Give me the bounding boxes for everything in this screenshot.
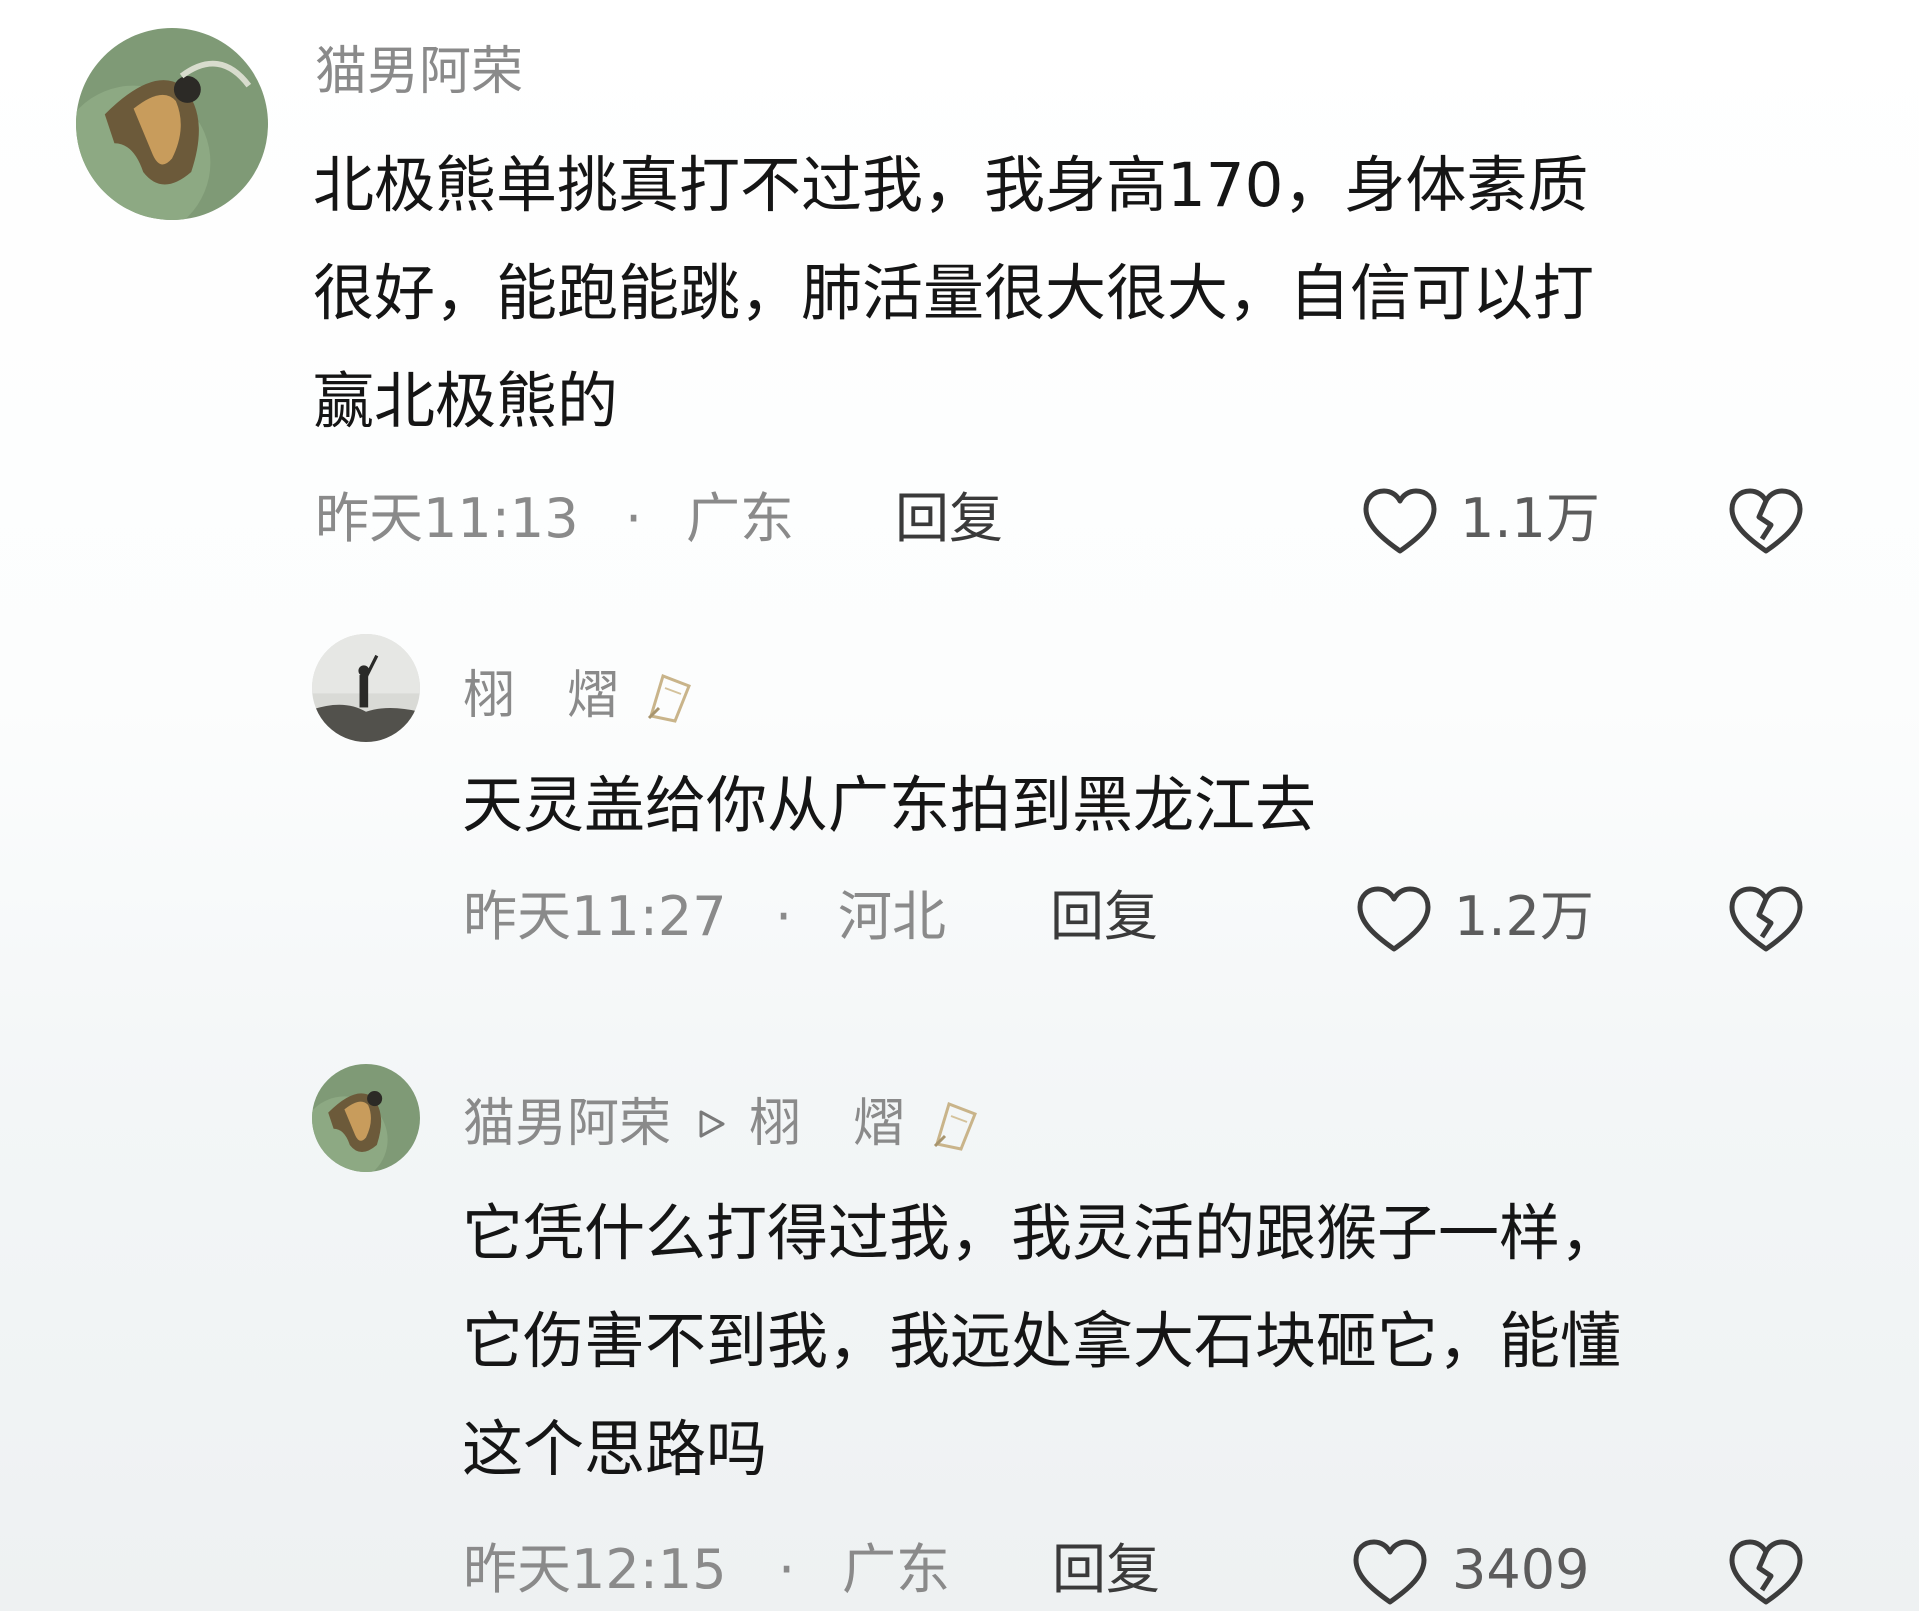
- comment-username: 栩 熠: [463, 666, 699, 726]
- reply-button[interactable]: 回复: [895, 484, 1003, 554]
- comment-time: 昨天11:27: [463, 885, 727, 948]
- comment-text-line: 它伤害不到我，我远处拿大石块砸它，能懂: [462, 1306, 1622, 1377]
- avatar[interactable]: [76, 28, 268, 220]
- avatar[interactable]: [312, 1064, 420, 1172]
- username-text[interactable]: 栩 熠: [463, 670, 619, 722]
- comment-time: 昨天11:13: [315, 487, 579, 550]
- pencil-badge-icon: [647, 674, 691, 723]
- like-count: 1.2万: [1454, 885, 1594, 948]
- comment-text-line: 北极熊单挑真打不过我，我身高170，身体素质: [313, 150, 1589, 221]
- reply-button[interactable]: 回复: [1050, 882, 1158, 952]
- comment-username: 猫男阿荣 栩 熠: [463, 1094, 985, 1154]
- pencil-badge-icon: [933, 1102, 977, 1151]
- comment-1: 猫男阿荣 北极熊单挑真打不过我，我身高170，身体素质 很好，能跑能跳，肺活量很…: [0, 0, 1919, 570]
- comment-location: 广东: [842, 1538, 950, 1601]
- comment-page: 猫男阿荣 北极熊单挑真打不过我，我身高170，身体素质 很好，能跑能跳，肺活量很…: [0, 0, 1919, 1611]
- comment-location: 河北: [838, 885, 946, 948]
- comment-text-line: 赢北极熊的: [313, 366, 619, 437]
- broken-heart-icon[interactable]: [1726, 487, 1806, 557]
- like-count: 3409: [1452, 1538, 1590, 1601]
- like-count: 1.1万: [1460, 487, 1600, 550]
- comment-text-line: 很好，能跑能跳，肺活量很大很大，自信可以打: [313, 258, 1595, 329]
- comment-meta: 昨天11:27 · 河北 回复 1.2万: [0, 882, 1919, 952]
- username-text[interactable]: 猫男阿荣: [463, 1098, 671, 1150]
- comment-meta: 昨天12:15 · 广东 回复 3409: [0, 1535, 1919, 1605]
- reply-to-username[interactable]: 栩 熠: [749, 1098, 905, 1150]
- comment-text: 天灵盖给你从广东拍到黑龙江去: [462, 752, 1316, 860]
- heart-outline-icon[interactable]: [1350, 1538, 1430, 1608]
- separator-dot: ·: [778, 1538, 796, 1601]
- reply-button[interactable]: 回复: [1052, 1535, 1160, 1605]
- comment-2: 栩 熠 天灵盖给你从广东拍到黑龙江去 昨天11:27 · 河北 回复 1.2万: [0, 600, 1919, 1020]
- comment-text-line: 这个思路吗: [462, 1414, 768, 1485]
- avatar[interactable]: [312, 634, 420, 742]
- comment-text-line: 天灵盖给你从广东拍到黑龙江去: [462, 770, 1317, 841]
- broken-heart-icon[interactable]: [1726, 1538, 1806, 1608]
- comment-username[interactable]: 猫男阿荣: [315, 46, 523, 98]
- separator-dot: ·: [625, 487, 643, 550]
- comment-meta: 昨天11:13 · 广东 回复 1.1万: [0, 484, 1919, 554]
- heart-outline-icon[interactable]: [1360, 487, 1440, 557]
- comment-3: 猫男阿荣 栩 熠 它凭什么打得过我，我灵活的跟猴子一样， 它伤害不到我，我远处拿…: [0, 1040, 1919, 1611]
- comment-location: 广东: [686, 487, 794, 550]
- broken-heart-icon[interactable]: [1726, 885, 1806, 955]
- comment-text: 它凭什么打得过我，我灵活的跟猴子一样， 它伤害不到我，我远处拿大石块砸它，能懂 …: [462, 1180, 1621, 1504]
- comment-text-line: 它凭什么打得过我，我灵活的跟猴子一样，: [462, 1198, 1622, 1269]
- play-triangle-icon: [699, 1110, 725, 1138]
- separator-dot: ·: [775, 885, 793, 948]
- comment-text: 北极熊单挑真打不过我，我身高170，身体素质 很好，能跑能跳，肺活量很大很大，自…: [313, 132, 1594, 456]
- comment-time: 昨天12:15: [463, 1538, 727, 1601]
- heart-outline-icon[interactable]: [1354, 885, 1434, 955]
